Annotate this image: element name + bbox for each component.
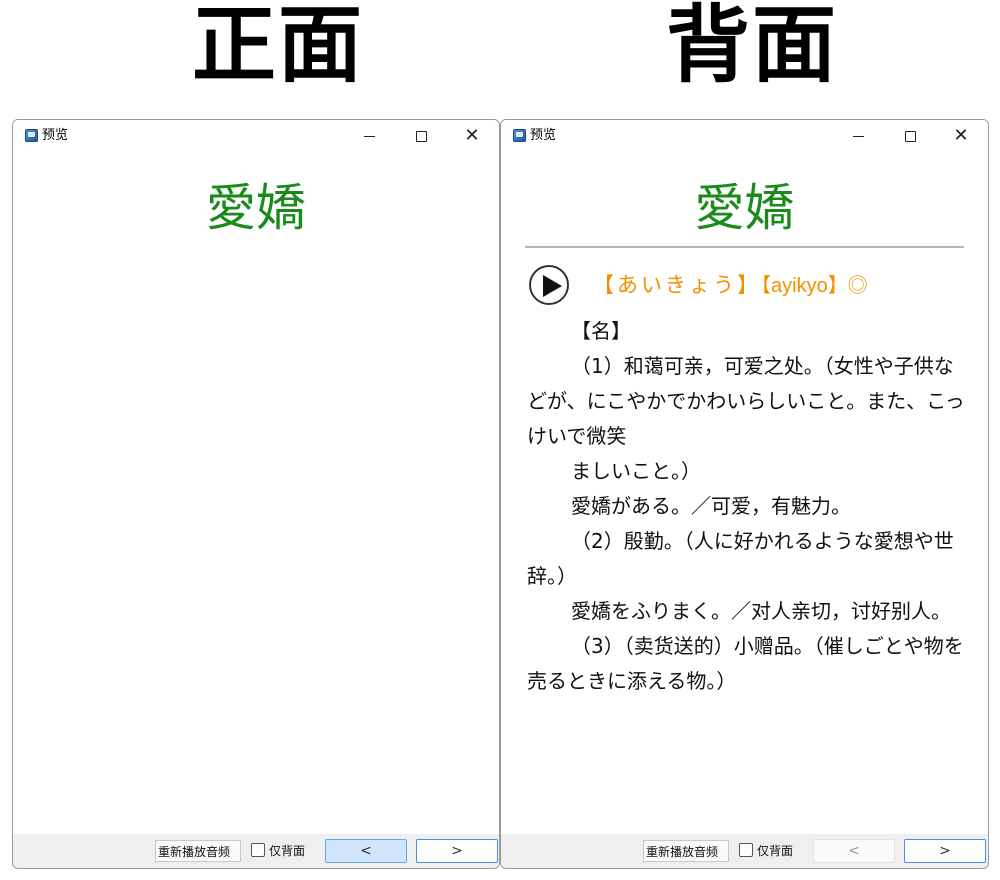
window-title: 预览 <box>42 128 69 143</box>
minimize-icon <box>852 136 864 137</box>
back-only-toggle[interactable]: 仅背面 <box>251 840 305 862</box>
close-button[interactable]: ✕ <box>938 120 984 152</box>
chevron-right-icon: > <box>451 843 463 859</box>
window-title: 预览 <box>530 128 557 143</box>
app-icon <box>513 129 526 142</box>
back-only-checkbox[interactable] <box>251 843 265 857</box>
next-button[interactable]: > <box>904 839 986 863</box>
maximize-icon <box>415 131 427 142</box>
definition-line: （2）殷勤。（人に好かれるような愛想や世辞。） <box>527 529 954 588</box>
card-content: 愛嬌 【あいきょう】【ayikyo】◎ 【名】 （1）和蔼可亲，可爱之处。（女性… <box>501 152 988 834</box>
definition-line: 愛嬌がある。／可爱，有魅力。 <box>571 494 851 518</box>
card-word: 愛嬌 <box>206 179 306 237</box>
bottom-toolbar: 重新播放音频 仅背面 < > <box>13 834 499 868</box>
back-only-label: 仅背面 <box>269 844 306 858</box>
maximize-button[interactable] <box>398 120 444 152</box>
back-only-toggle[interactable]: 仅背面 <box>739 840 793 862</box>
front-preview-window: 预览 ✕ 愛嬌 重新播放音频 仅背面 < > <box>12 119 500 869</box>
back-only-label: 仅背面 <box>757 844 794 858</box>
bottom-toolbar: 重新播放音频 仅背面 < > <box>501 834 988 868</box>
card-content: 愛嬌 <box>13 152 499 834</box>
minimize-icon <box>363 136 375 137</box>
back-preview-window: 预览 ✕ 愛嬌 【あいきょう】【ayikyo】◎ 【名】 （1）和蔼可亲，可爱之… <box>500 119 989 869</box>
maximize-icon <box>904 131 916 142</box>
definition-line: （3）（卖货送的）小赠品。（催しごとや物を売るときに添える物。） <box>527 634 964 693</box>
close-icon: ✕ <box>464 125 480 146</box>
definition-line: （1）和蔼可亲，可爱之处。（女性や子供などが、にこやかでかわいらしいこと。また、… <box>527 354 965 448</box>
close-icon: ✕ <box>953 125 969 146</box>
play-audio-icon[interactable] <box>529 265 569 305</box>
front-heading: 正面 <box>191 0 364 94</box>
maximize-button[interactable] <box>887 120 933 152</box>
divider <box>525 246 964 248</box>
chevron-left-icon: < <box>848 843 860 859</box>
previous-button[interactable]: < <box>813 839 895 863</box>
back-heading: 背面 <box>665 0 838 94</box>
minimize-button[interactable] <box>835 120 881 152</box>
reading-romaji: 【ayikyo】◎ <box>761 275 868 297</box>
back-only-checkbox[interactable] <box>739 843 753 857</box>
minimize-button[interactable] <box>346 120 392 152</box>
reading-kana: 【あいきょう】 <box>593 273 761 297</box>
title-bar[interactable]: 预览 ✕ <box>501 120 988 152</box>
replay-audio-button[interactable]: 重新播放音频 <box>643 840 729 862</box>
definition-line: 愛嬌をふりまく。／对人亲切，讨好别人。 <box>571 599 951 623</box>
replay-audio-button[interactable]: 重新播放音频 <box>155 840 241 862</box>
chevron-right-icon: > <box>939 843 951 859</box>
definition-line: ましいこと。） <box>571 459 701 483</box>
close-button[interactable]: ✕ <box>449 120 495 152</box>
definition-line: 【名】 <box>571 319 631 343</box>
definition: 【名】 （1）和蔼可亲，可爱之处。（女性や子供などが、にこやかでかわいらしいこと… <box>527 314 973 699</box>
chevron-left-icon: < <box>360 843 372 859</box>
reading: 【あいきょう】【ayikyo】◎ <box>593 269 868 302</box>
app-icon <box>25 129 38 142</box>
next-button[interactable]: > <box>416 839 498 863</box>
card-word: 愛嬌 <box>694 179 795 237</box>
previous-button[interactable]: < <box>325 839 407 863</box>
title-bar[interactable]: 预览 ✕ <box>13 120 499 152</box>
